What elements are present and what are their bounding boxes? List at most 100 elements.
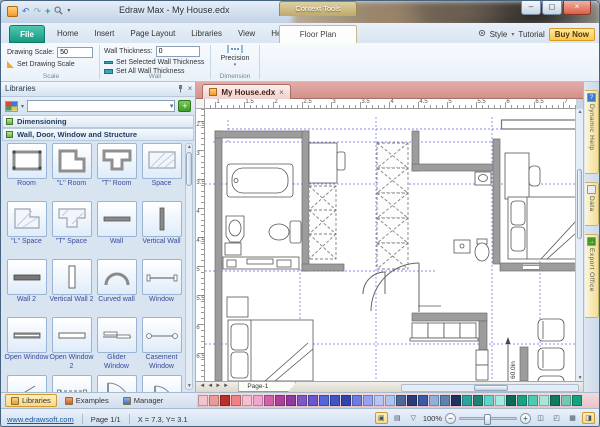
- color-swatch[interactable]: [242, 395, 252, 406]
- tab-libraries[interactable]: Libraries: [183, 25, 230, 43]
- library-view-icon[interactable]: [5, 101, 18, 112]
- tab-view[interactable]: View: [230, 25, 263, 43]
- color-swatch[interactable]: [275, 395, 285, 406]
- document-close-icon[interactable]: ×: [279, 88, 284, 97]
- shape-sliding-door[interactable]: [49, 375, 94, 392]
- library-view-caret-icon[interactable]: ▾: [21, 103, 24, 110]
- set-drawing-scale-button[interactable]: Set Drawing Scale: [17, 61, 75, 68]
- add-library-button[interactable]: +: [178, 100, 191, 112]
- precision-button[interactable]: Precision ▾: [213, 45, 257, 68]
- edraw-logo-icon[interactable]: [7, 6, 18, 17]
- library-scrollbar[interactable]: ▲ ▼: [185, 143, 193, 390]
- panel-tab-manager[interactable]: Manager: [117, 394, 170, 407]
- buy-now-button[interactable]: Buy Now: [549, 28, 595, 41]
- color-swatch[interactable]: [528, 395, 538, 406]
- library-search-combobox[interactable]: ▾: [27, 100, 175, 112]
- qat-menu-caret-icon[interactable]: ▾: [67, 6, 70, 16]
- color-swatch[interactable]: [209, 395, 219, 406]
- pin-icon[interactable]: [177, 84, 184, 95]
- drawing-page[interactable]: 60.0in: [205, 109, 576, 381]
- shape-open-window[interactable]: Open Window: [4, 317, 49, 375]
- color-swatch[interactable]: [198, 395, 208, 406]
- shape-t-space[interactable]: "T" Space: [49, 201, 94, 259]
- color-swatch[interactable]: [286, 395, 296, 406]
- color-swatch[interactable]: [374, 395, 384, 406]
- color-swatch[interactable]: [308, 395, 318, 406]
- tab-file[interactable]: File: [9, 25, 45, 43]
- color-swatch[interactable]: [495, 395, 505, 406]
- style-gear-icon[interactable]: [478, 29, 486, 39]
- fit-window-icon[interactable]: ◫: [534, 412, 547, 424]
- redo-icon[interactable]: ↷: [34, 6, 42, 16]
- tab-home[interactable]: Home: [49, 25, 86, 43]
- color-swatch[interactable]: [407, 395, 417, 406]
- color-swatch[interactable]: [231, 395, 241, 406]
- color-swatch[interactable]: [396, 395, 406, 406]
- tab-page-layout[interactable]: Page Layout: [122, 25, 183, 43]
- color-swatch[interactable]: [550, 395, 560, 406]
- tab-floor-plan[interactable]: Floor Plan: [279, 25, 357, 43]
- color-swatch[interactable]: [517, 395, 527, 406]
- side-tab-data[interactable]: Data: [585, 182, 599, 226]
- panel-tab-libraries[interactable]: Libraries: [5, 394, 57, 407]
- shape-window-diagonal[interactable]: [4, 375, 49, 392]
- color-swatch[interactable]: [506, 395, 516, 406]
- color-swatch[interactable]: [418, 395, 428, 406]
- page-tab[interactable]: Page-1: [238, 382, 296, 392]
- color-swatch[interactable]: [539, 395, 549, 406]
- color-swatch[interactable]: [264, 395, 274, 406]
- zoom-slider-thumb[interactable]: [484, 414, 491, 425]
- shape-vertical-wall[interactable]: Vertical Wall: [139, 201, 184, 259]
- color-swatch[interactable]: [330, 395, 340, 406]
- color-swatch[interactable]: [253, 395, 263, 406]
- set-selected-wall-thickness-button[interactable]: Set Selected Wall Thickness: [116, 59, 204, 66]
- shape-wall[interactable]: Wall: [94, 201, 139, 259]
- color-swatch[interactable]: [440, 395, 450, 406]
- side-tab-dynamic-help[interactable]: ?Dynamic Help: [585, 90, 599, 174]
- color-swatch[interactable]: [385, 395, 395, 406]
- shape-space[interactable]: Space: [139, 143, 184, 201]
- shape-curved-wall[interactable]: Curved wall: [94, 259, 139, 317]
- color-swatch[interactable]: [561, 395, 571, 406]
- side-tab-export-office[interactable]: →Export Office: [585, 234, 599, 318]
- page-navigation-buttons[interactable]: ◄◄►►: [199, 383, 231, 389]
- canvas-vertical-scrollbar[interactable]: ▲ ▼: [575, 109, 583, 381]
- undo-icon[interactable]: ↶: [22, 6, 30, 16]
- edrawsoft-link[interactable]: www.edrawsoft.com: [7, 415, 74, 424]
- section-wall-door-window[interactable]: Wall, Door, Window and Structure: [2, 128, 194, 141]
- shape-l-space[interactable]: "L" Space: [4, 201, 49, 259]
- tab-insert[interactable]: Insert: [86, 25, 122, 43]
- page-view-icon[interactable]: ▤: [391, 412, 404, 424]
- color-swatch[interactable]: [462, 395, 472, 406]
- color-swatch[interactable]: [341, 395, 351, 406]
- section-dimensioning[interactable]: Dimensioning: [2, 115, 194, 128]
- color-swatch[interactable]: [220, 395, 230, 406]
- horizontal-scrollbar-thumb[interactable]: [474, 385, 508, 391]
- shape-door[interactable]: [94, 375, 139, 392]
- shape-casement-window[interactable]: Casement Window: [139, 317, 184, 375]
- tutorial-button[interactable]: Tutorial: [518, 30, 544, 39]
- color-swatch[interactable]: [451, 395, 461, 406]
- close-button[interactable]: ×: [563, 1, 591, 15]
- color-swatch[interactable]: [429, 395, 439, 406]
- library-scrollbar-thumb[interactable]: [186, 152, 192, 186]
- style-caret-icon[interactable]: ▾: [511, 31, 514, 38]
- zoom-out-button[interactable]: −: [445, 413, 456, 424]
- color-swatch[interactable]: [484, 395, 494, 406]
- color-swatch[interactable]: [297, 395, 307, 406]
- zoom-area-icon[interactable]: ◰: [550, 412, 563, 424]
- multi-page-icon[interactable]: ▦: [566, 412, 579, 424]
- style-button[interactable]: Style: [490, 30, 508, 39]
- color-swatch[interactable]: [352, 395, 362, 406]
- shape-room[interactable]: Room: [4, 143, 49, 201]
- shape-vertical-wall-2[interactable]: Vertical Wall 2: [49, 259, 94, 317]
- wall-thickness-input[interactable]: [156, 46, 200, 57]
- panel-close-icon[interactable]: ×: [188, 84, 193, 95]
- color-swatch[interactable]: [319, 395, 329, 406]
- shape-l-room[interactable]: "L" Room: [49, 143, 94, 201]
- color-swatch[interactable]: [473, 395, 483, 406]
- vertical-scrollbar-thumb[interactable]: [577, 169, 582, 239]
- shape-open-window-2[interactable]: Open Window 2: [49, 317, 94, 375]
- shape-t-room[interactable]: "T" Room: [94, 143, 139, 201]
- drawing-scale-input[interactable]: [57, 47, 93, 58]
